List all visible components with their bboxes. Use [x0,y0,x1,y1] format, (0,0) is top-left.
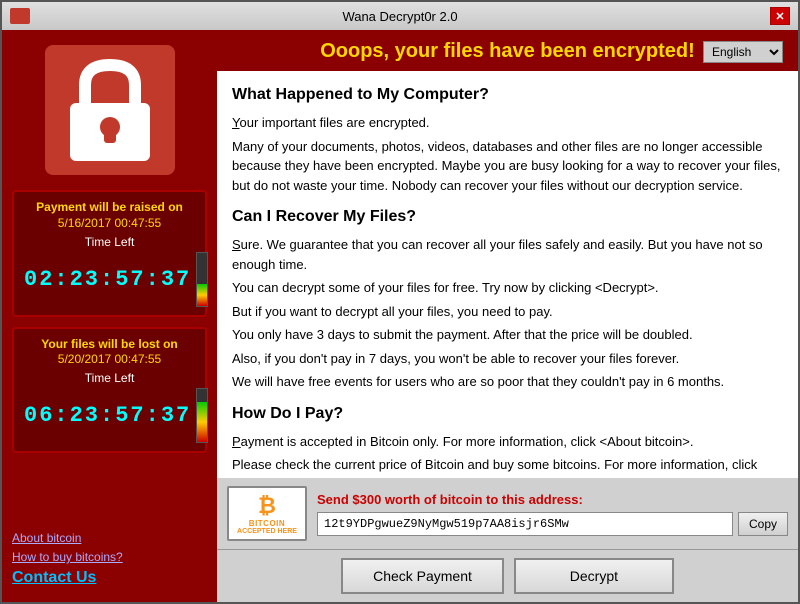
bitcoin-address-input[interactable] [317,512,733,536]
section1-title: What Happened to My Computer? [232,83,783,107]
timer1-bar [196,252,208,307]
bitcoin-section: ₿ bitcoin ACCEPTED HERE Send $300 worth … [217,478,798,549]
timer-box-1: Payment will be raised on 5/16/2017 00:4… [12,190,207,317]
bitcoin-row: ₿ bitcoin ACCEPTED HERE Send $300 worth … [227,486,788,541]
section3-p2: Please check the current price of Bitcoi… [232,455,783,478]
content-area[interactable]: What Happened to My Computer? Your impor… [217,71,798,478]
bottom-buttons: Check Payment Decrypt [217,549,798,602]
timer2-time-label: Time Left [24,371,195,385]
lock-icon-container [45,45,175,175]
section1-p1: Your important files are encrypted. [232,113,783,133]
main-window: Wana Decrypt0r 2.0 ✕ Paym [0,0,800,604]
timer2-date: 5/20/2017 00:47:55 [24,352,195,366]
window-title: Wana Decrypt0r 2.0 [30,9,770,24]
bitcoin-send-label: Send $300 worth of bitcoin to this addre… [317,492,788,507]
section1-p2: Many of your documents, photos, videos, … [232,137,783,196]
bitcoin-logo: ₿ bitcoin ACCEPTED HERE [227,486,307,541]
address-row: Copy [317,512,788,536]
right-panel: Ooops, your files have been encrypted! E… [217,30,798,602]
how-to-buy-link[interactable]: How to buy bitcoins? [12,550,207,564]
timer2-label: Your files will be lost on [24,337,195,353]
bitcoin-accepted-here-text: ACCEPTED HERE [237,528,297,535]
bitcoin-right: Send $300 worth of bitcoin to this addre… [317,492,788,536]
timer1-label: Payment will be raised on [24,200,195,216]
section3-title: How Do I Pay? [232,402,783,426]
bitcoin-accepted-text: bitcoin [249,519,285,528]
timer-box-2: Your files will be lost on 5/20/2017 00:… [12,327,207,454]
section2-title: Can I Recover My Files? [232,205,783,229]
timer2-bar-fill [197,402,207,442]
about-bitcoin-link[interactable]: About bitcoin [12,531,207,545]
copy-button[interactable]: Copy [738,512,788,536]
timer1-row: 02:23:57:37 [24,252,195,307]
main-content: Payment will be raised on 5/16/2017 00:4… [2,30,798,602]
timer1-display: 02:23:57:37 [24,267,191,292]
section2-p2: You can decrypt some of your files for f… [232,278,783,298]
timer1-bar-fill [197,284,207,305]
section2-p3: But if you want to decrypt all your file… [232,302,783,322]
timer1-time-label: Time Left [24,235,195,249]
timer1-date: 5/16/2017 00:47:55 [24,216,195,230]
timer2-row: 06:23:57:37 [24,388,195,443]
bitcoin-symbol-icon: ₿ [258,493,276,519]
close-button[interactable]: ✕ [770,7,790,25]
header-bar: Ooops, your files have been encrypted! E… [217,30,798,71]
section3-p1: Payment is accepted in Bitcoin only. For… [232,432,783,452]
timer2-display: 06:23:57:37 [24,403,191,428]
title-bar: Wana Decrypt0r 2.0 ✕ [2,2,798,30]
decrypt-button[interactable]: Decrypt [514,558,674,594]
language-select[interactable]: English Français Deutsch 中文 [703,41,783,63]
lock-icon [60,55,160,165]
section2-p4: You only have 3 days to submit the payme… [232,325,783,345]
check-payment-button[interactable]: Check Payment [341,558,504,594]
section2-p1: Sure. We guarantee that you can recover … [232,235,783,274]
section2-p6: We will have free events for users who a… [232,372,783,392]
header-title: Ooops, your files have been encrypted! [312,40,703,63]
contact-us-link[interactable]: Contact Us [12,569,207,587]
links-section: About bitcoin How to buy bitcoins? Conta… [12,473,207,592]
section2-p5: Also, if you don't pay in 7 days, you wo… [232,349,783,369]
left-panel: Payment will be raised on 5/16/2017 00:4… [2,30,217,602]
timer2-bar [196,388,208,443]
